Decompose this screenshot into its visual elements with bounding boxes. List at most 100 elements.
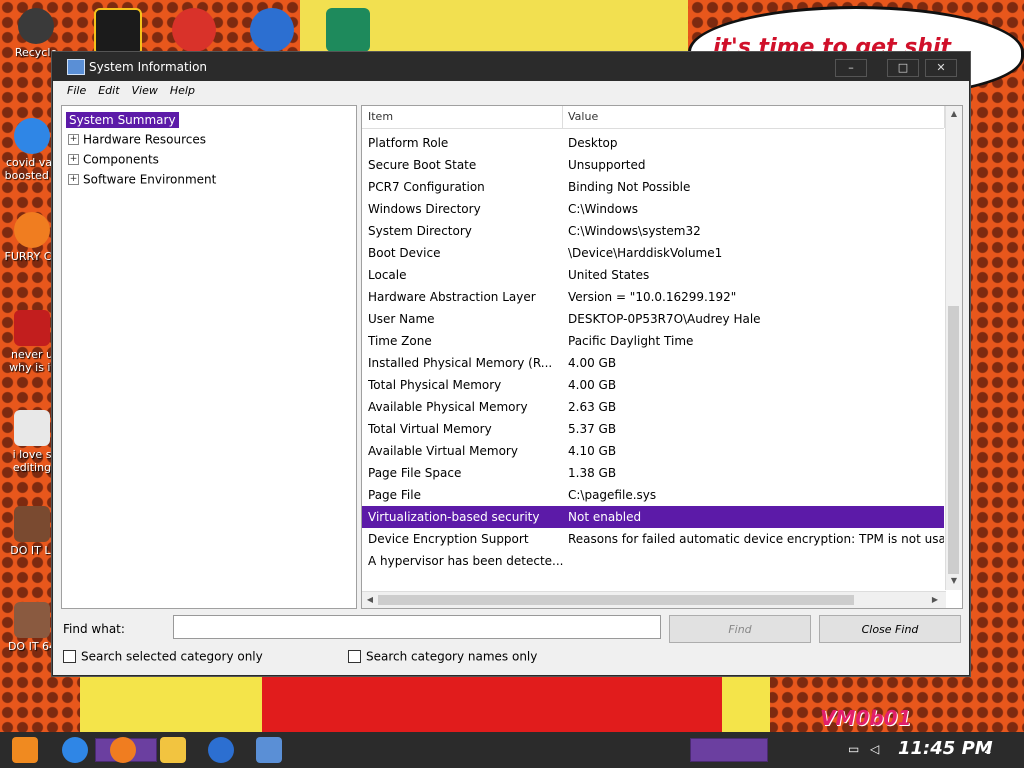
table-row[interactable]: Available Physical Memory 2.63 GB xyxy=(362,396,944,418)
portrait-icon xyxy=(14,506,50,542)
row-item: Time Zone xyxy=(368,334,432,348)
find-bar: Find what: Find Close Find Search select… xyxy=(53,613,969,673)
table-row[interactable]: Secure Boot State Unsupported xyxy=(362,154,944,176)
maximize-button[interactable]: □ xyxy=(887,59,919,77)
scroll-down-icon[interactable]: ▼ xyxy=(947,574,961,588)
hex-editor-icon xyxy=(14,410,50,446)
table-row[interactable]: Platform Role Desktop xyxy=(362,132,944,154)
taskbar-clock[interactable]: 11:45 PM xyxy=(898,738,993,759)
tree-item-system-summary[interactable]: System Summary xyxy=(66,110,179,128)
tree-item-hardware-resources[interactable]: + Hardware Resources xyxy=(68,130,206,148)
menu-edit[interactable]: Edit xyxy=(92,81,125,101)
tree-item-components[interactable]: + Components xyxy=(68,150,159,168)
search-category-names-checkbox[interactable]: Search category names only xyxy=(348,649,537,664)
scroll-right-icon[interactable]: ▶ xyxy=(928,593,942,607)
minimize-button[interactable]: – xyxy=(835,59,867,77)
column-header-item[interactable]: Item xyxy=(362,106,563,128)
tree-item-label: System Summary xyxy=(66,111,179,128)
row-item: Hardware Abstraction Layer xyxy=(368,290,536,304)
row-item: Total Physical Memory xyxy=(368,378,502,392)
row-value: 4.00 GB xyxy=(568,378,617,392)
table-row[interactable]: Page File C:\pagefile.sys xyxy=(362,484,944,506)
row-value: C:\pagefile.sys xyxy=(568,488,657,502)
checkbox-label: Search selected category only xyxy=(81,649,263,664)
taskbar-firefox-icon[interactable] xyxy=(110,737,136,763)
row-item: Locale xyxy=(368,268,407,282)
table-row[interactable]: A hypervisor has been detecte... xyxy=(362,550,944,572)
row-value: Reasons for failed automatic device encr… xyxy=(568,532,944,546)
close-button[interactable]: ✕ xyxy=(925,59,957,77)
menu-bar: File Edit View Help xyxy=(53,81,969,101)
row-value: Not enabled xyxy=(568,510,642,524)
network-icon[interactable]: ▭ xyxy=(848,742,859,756)
table-row[interactable]: Total Virtual Memory 5.37 GB xyxy=(362,418,944,440)
table-row[interactable]: Total Physical Memory 4.00 GB xyxy=(362,374,944,396)
checkbox-box[interactable] xyxy=(63,650,76,663)
table-row[interactable]: Locale United States xyxy=(362,264,944,286)
system-information-icon xyxy=(67,59,85,75)
desktop-app-icon-2[interactable] xyxy=(172,8,216,52)
row-item: Total Virtual Memory xyxy=(368,422,492,436)
firefox-icon xyxy=(14,212,50,248)
notification-icon[interactable]: 2 xyxy=(984,742,992,756)
row-value: 4.10 GB xyxy=(568,444,617,458)
row-value: 1.38 GB xyxy=(568,466,617,480)
table-row[interactable]: Page File Space 1.38 GB xyxy=(362,462,944,484)
scroll-left-icon[interactable]: ◀ xyxy=(363,593,377,607)
table-row[interactable]: Windows Directory C:\Windows xyxy=(362,198,944,220)
row-item: Available Physical Memory xyxy=(368,400,528,414)
table-row[interactable]: PCR7 Configuration Binding Not Possible xyxy=(362,176,944,198)
find-what-label: Find what: xyxy=(63,622,125,636)
row-item: Installed Physical Memory (R... xyxy=(368,356,553,370)
tree-item-software-environment[interactable]: + Software Environment xyxy=(68,170,216,188)
wallpaper-watermark: VM0b01 xyxy=(820,706,912,730)
table-row[interactable]: System Directory C:\Windows\system32 xyxy=(362,220,944,242)
row-value: Version = "10.0.16299.192" xyxy=(568,290,737,304)
wallpaper-cartoon-left xyxy=(80,676,262,732)
wallpaper-cartoon-center xyxy=(262,676,722,732)
menu-file[interactable]: File xyxy=(61,81,92,101)
menu-help[interactable]: Help xyxy=(164,81,201,101)
horizontal-scroll-thumb[interactable] xyxy=(378,595,854,605)
expand-icon[interactable]: + xyxy=(68,134,79,145)
table-row[interactable]: User Name DESKTOP-0P53R7O\Audrey Hale xyxy=(362,308,944,330)
close-find-button[interactable]: Close Find xyxy=(819,615,961,643)
horizontal-scrollbar[interactable]: ◀ ▶ xyxy=(362,591,946,608)
menu-view[interactable]: View xyxy=(126,81,164,101)
table-row[interactable]: Time Zone Pacific Daylight Time xyxy=(362,330,944,352)
checkbox-box[interactable] xyxy=(348,650,361,663)
desktop-app-icon-publisher[interactable] xyxy=(326,8,370,52)
desktop-app-icon-p[interactable] xyxy=(250,8,294,52)
taskbar-system-information-icon[interactable] xyxy=(256,737,282,763)
expand-icon[interactable]: + xyxy=(68,174,79,185)
find-what-input[interactable] xyxy=(173,615,661,639)
taskbar-file-explorer-icon[interactable] xyxy=(160,737,186,763)
table-row[interactable]: Virtualization-based security Not enabled xyxy=(362,506,944,528)
column-header-value[interactable]: Value xyxy=(562,106,945,128)
row-item: Available Virtual Memory xyxy=(368,444,518,458)
table-row[interactable]: Hardware Abstraction Layer Version = "10.… xyxy=(362,286,944,308)
volume-icon[interactable]: ◁ xyxy=(870,742,879,756)
row-value: 4.00 GB xyxy=(568,356,617,370)
list-header: Item Value xyxy=(362,106,945,129)
row-item: Boot Device xyxy=(368,246,441,260)
find-button[interactable]: Find xyxy=(669,615,811,643)
row-value: Unsupported xyxy=(568,158,646,172)
title-bar[interactable]: System Information – □ ✕ xyxy=(53,53,969,81)
scroll-up-icon[interactable]: ▲ xyxy=(947,107,961,121)
row-value: Desktop xyxy=(568,136,618,150)
vertical-scroll-thumb[interactable] xyxy=(948,306,959,574)
desktop-app-icon-de[interactable] xyxy=(94,8,142,56)
row-value: United States xyxy=(568,268,650,282)
vertical-scrollbar[interactable]: ▲ ▼ xyxy=(945,106,962,590)
search-selected-category-checkbox[interactable]: Search selected category only xyxy=(63,649,263,664)
table-row[interactable]: Installed Physical Memory (R... 4.00 GB xyxy=(362,352,944,374)
taskbar-app-p-icon[interactable] xyxy=(208,737,234,763)
row-item: Windows Directory xyxy=(368,202,481,216)
taskbar-chrome-icon[interactable] xyxy=(62,737,88,763)
start-button[interactable] xyxy=(12,737,38,763)
table-row[interactable]: Available Virtual Memory 4.10 GB xyxy=(362,440,944,462)
table-row[interactable]: Boot Device \Device\HarddiskVolume1 xyxy=(362,242,944,264)
table-row[interactable]: Device Encryption Support Reasons for fai… xyxy=(362,528,944,550)
expand-icon[interactable]: + xyxy=(68,154,79,165)
